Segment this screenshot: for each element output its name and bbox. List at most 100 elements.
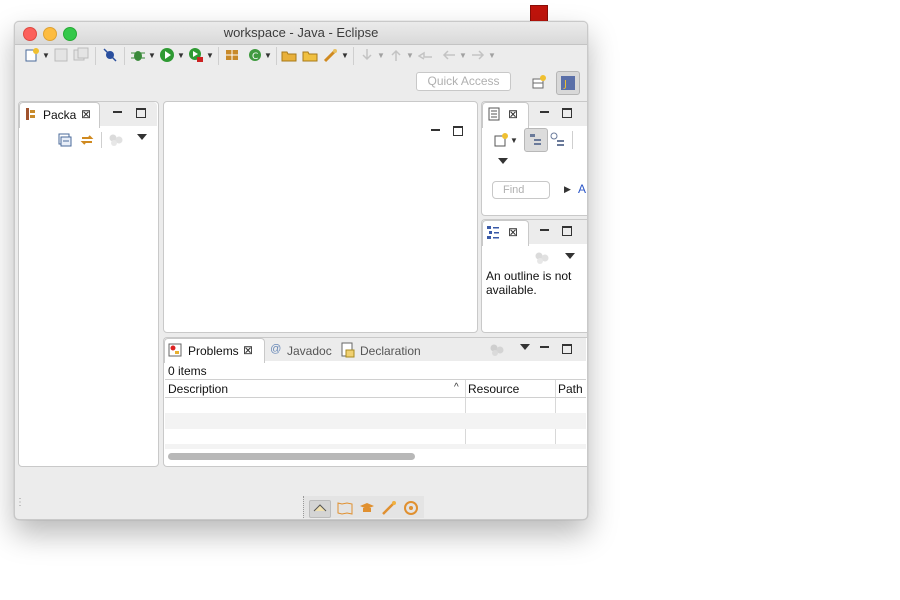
- task-list-maximize-icon[interactable]: [562, 108, 572, 118]
- problems-icon: [168, 343, 182, 362]
- outline-message: An outline is not available.: [486, 269, 572, 297]
- table-row: [165, 413, 586, 429]
- next-annotation-dropdown-icon[interactable]: ▼: [377, 51, 385, 60]
- outline-focus-task-icon[interactable]: [534, 251, 550, 270]
- new-class-dropdown-icon[interactable]: ▼: [264, 51, 272, 60]
- open-perspective-icon[interactable]: [528, 71, 550, 93]
- new-java-package-icon[interactable]: [223, 47, 241, 63]
- toolbar-separator: [124, 47, 125, 65]
- samples-icon[interactable]: [381, 500, 397, 519]
- package-explorer-icon: [25, 107, 37, 126]
- debug-icon[interactable]: [129, 47, 147, 63]
- new-dropdown-icon[interactable]: ▼: [42, 51, 50, 60]
- task-list-view-menu-icon[interactable]: [498, 158, 508, 164]
- package-explorer-panel: [18, 101, 159, 467]
- open-task-icon[interactable]: [301, 47, 319, 63]
- editor-area: [163, 101, 478, 333]
- save-icon[interactable]: [52, 47, 70, 63]
- toolbar-separator: [101, 132, 102, 148]
- search-dropdown-icon[interactable]: ▼: [341, 51, 349, 60]
- window-title: workspace - Java - Eclipse: [223, 25, 379, 40]
- outline-close-icon[interactable]: ⊠: [508, 226, 518, 238]
- outline-view-menu-icon[interactable]: [565, 253, 575, 259]
- previous-annotation-icon[interactable]: [387, 47, 405, 63]
- outline-icon: [486, 225, 500, 244]
- link-with-editor-icon[interactable]: [79, 132, 95, 153]
- quick-access-input[interactable]: Quick Access: [416, 72, 511, 91]
- welcome-icon[interactable]: [309, 500, 331, 518]
- new-icon[interactable]: [23, 47, 41, 63]
- view-menu-icon[interactable]: [137, 134, 147, 140]
- run-icon[interactable]: [158, 47, 176, 63]
- outline-maximize-icon[interactable]: [562, 226, 572, 236]
- save-all-icon[interactable]: [72, 47, 90, 63]
- problems-focus-task-icon[interactable]: [489, 343, 505, 362]
- outline-minimize-icon[interactable]: [540, 229, 549, 231]
- all-tasks-link[interactable]: A: [578, 182, 586, 196]
- collapse-all-icon[interactable]: [58, 133, 72, 152]
- tab-declaration[interactable]: Declaration: [360, 344, 421, 358]
- tab-problems-label: Problems: [188, 344, 239, 358]
- toolbar-separator: [95, 47, 96, 65]
- toolbar-separator: [276, 47, 277, 65]
- problems-maximize-icon[interactable]: [562, 344, 572, 354]
- expand-arrow-icon[interactable]: ▶: [564, 184, 571, 195]
- toolbar-separator: [218, 47, 219, 65]
- column-header-resource[interactable]: Resource: [468, 382, 519, 396]
- sort-ascending-icon: ^: [454, 382, 459, 393]
- run-external-icon[interactable]: [187, 47, 205, 63]
- editor-minimize-icon[interactable]: [431, 129, 440, 131]
- new-task-icon[interactable]: [493, 132, 509, 153]
- problems-minimize-icon[interactable]: [540, 346, 549, 348]
- status-bar-grip[interactable]: ⋮: [15, 498, 25, 508]
- java-perspective-icon[interactable]: J: [556, 71, 580, 95]
- open-type-icon[interactable]: [280, 47, 298, 63]
- whats-new-icon[interactable]: [403, 500, 419, 519]
- run-dropdown-icon[interactable]: ▼: [177, 51, 185, 60]
- toolbar-separator: [572, 131, 573, 149]
- eclipse-window: workspace - Java - Eclipse ▼ ▼ ▼ ▼ C ▼ ▼…: [14, 21, 588, 520]
- last-edit-icon[interactable]: [417, 47, 435, 63]
- editor-maximize-icon[interactable]: [453, 126, 463, 136]
- column-header-description[interactable]: Description: [168, 382, 228, 396]
- new-task-dropdown-icon[interactable]: ▼: [510, 136, 518, 145]
- column-header-path[interactable]: Path: [558, 382, 583, 396]
- task-list-close-icon[interactable]: ⊠: [508, 108, 518, 120]
- problems-view-menu-icon[interactable]: [520, 344, 530, 350]
- tutorials-icon[interactable]: [359, 501, 375, 519]
- package-explorer-minimize-icon[interactable]: [113, 111, 122, 113]
- scheduled-toggle-icon[interactable]: [550, 132, 566, 153]
- package-explorer-maximize-icon[interactable]: [136, 108, 146, 118]
- declaration-icon: [341, 342, 355, 363]
- new-class-icon[interactable]: C: [246, 47, 264, 63]
- categorized-toggle[interactable]: [524, 128, 548, 152]
- back-dropdown-icon[interactable]: ▼: [459, 51, 467, 60]
- problems-close-icon[interactable]: ⊠: [243, 344, 253, 356]
- package-explorer-close-icon[interactable]: ⊠: [81, 108, 91, 120]
- forward-dropdown-icon[interactable]: ▼: [488, 51, 496, 60]
- title-bar: workspace - Java - Eclipse: [15, 22, 587, 45]
- back-icon[interactable]: [440, 47, 458, 63]
- table-header-bottom-border: [165, 397, 586, 398]
- skip-breakpoints-icon[interactable]: [101, 47, 119, 63]
- horizontal-scrollbar[interactable]: [168, 453, 415, 460]
- problems-item-count: 0 items: [168, 364, 207, 378]
- package-explorer-tab-label: Packa: [43, 108, 77, 122]
- search-icon[interactable]: [322, 47, 340, 63]
- table-row: [165, 444, 586, 449]
- tab-javadoc[interactable]: Javadoc: [287, 344, 332, 358]
- svg-text:J: J: [563, 79, 567, 90]
- focus-active-task-icon[interactable]: [108, 133, 124, 152]
- next-annotation-icon[interactable]: [358, 47, 376, 63]
- debug-dropdown-icon[interactable]: ▼: [148, 51, 156, 60]
- task-list-icon: [488, 107, 500, 126]
- forward-icon[interactable]: [469, 47, 487, 63]
- javadoc-icon: @: [270, 343, 282, 355]
- overview-icon[interactable]: [337, 501, 353, 519]
- table-header-top-border: [165, 379, 586, 380]
- svg-text:C: C: [252, 52, 258, 62]
- find-input[interactable]: Find: [492, 181, 550, 199]
- run-external-dropdown-icon[interactable]: ▼: [206, 51, 214, 60]
- previous-annotation-dropdown-icon[interactable]: ▼: [406, 51, 414, 60]
- task-list-minimize-icon[interactable]: [540, 111, 549, 113]
